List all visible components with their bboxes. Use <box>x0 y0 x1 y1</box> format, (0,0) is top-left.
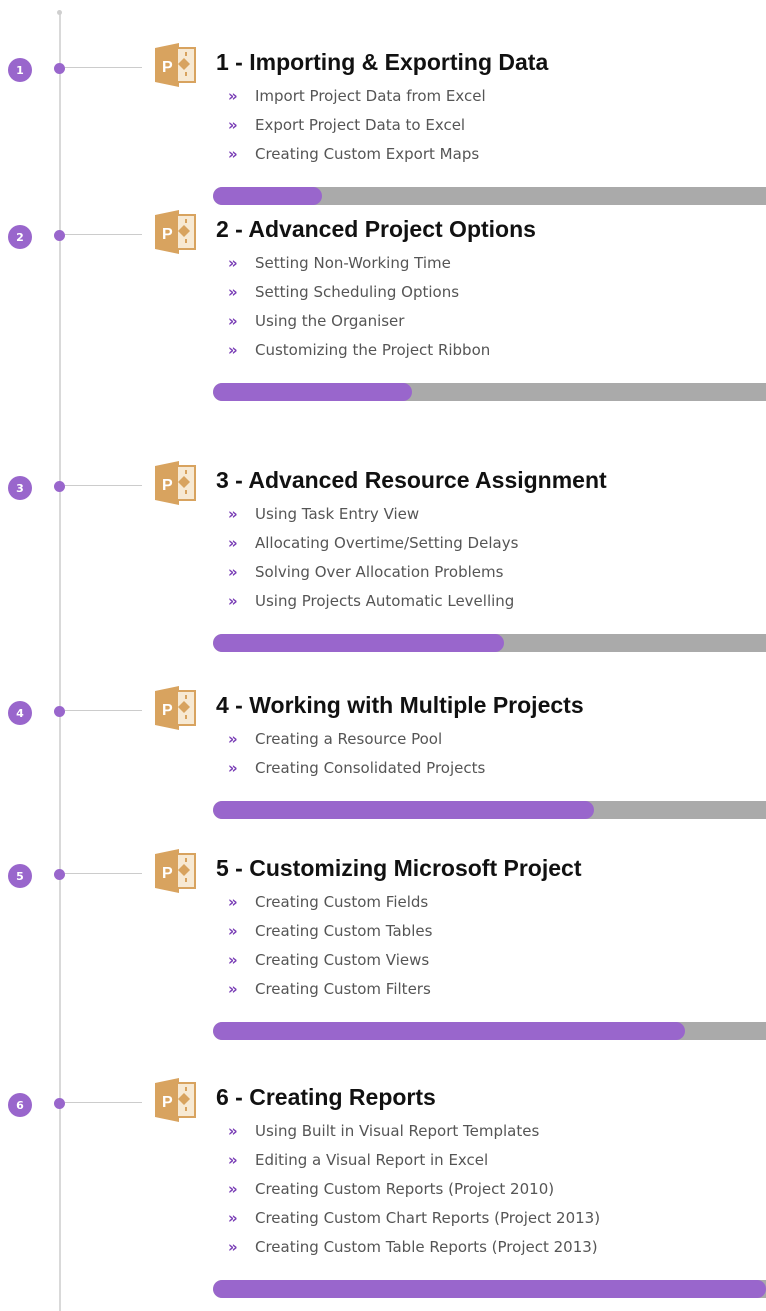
svg-text:P: P <box>162 477 173 494</box>
double-chevron-icon: » <box>228 1180 238 1198</box>
lesson-label: Using Task Entry View <box>255 505 420 523</box>
double-chevron-icon: » <box>228 87 238 105</box>
lesson-label: Export Project Data to Excel <box>255 116 466 134</box>
module-number-badge: 5 <box>8 864 32 888</box>
microsoft-project-icon: P <box>153 848 197 894</box>
microsoft-project-icon: P <box>153 685 197 731</box>
svg-text:P: P <box>162 702 173 719</box>
double-chevron-icon: » <box>228 980 238 998</box>
microsoft-project-icon: P <box>153 209 197 255</box>
timeline-node-dot <box>54 869 65 880</box>
timeline-connector <box>65 710 142 711</box>
lesson-label: Creating Custom Reports (Project 2010) <box>255 1180 555 1198</box>
module-number-badge: 1 <box>8 58 32 82</box>
double-chevron-icon: » <box>228 1122 238 1140</box>
module-progress-bar <box>213 1022 766 1040</box>
double-chevron-icon: » <box>228 951 238 969</box>
lesson-label: Creating Custom Fields <box>255 893 429 911</box>
lesson-label: Import Project Data from Excel <box>255 87 486 105</box>
timeline-node-dot <box>54 706 65 717</box>
microsoft-project-icon: P <box>153 1077 197 1123</box>
module-progress-fill <box>213 1022 685 1040</box>
timeline-node-dot <box>54 63 65 74</box>
double-chevron-icon: » <box>228 592 238 610</box>
lesson-label: Setting Scheduling Options <box>255 283 460 301</box>
module-number-badge: 2 <box>8 225 32 249</box>
module-progress-bar <box>213 383 766 401</box>
microsoft-project-icon: P <box>153 460 197 506</box>
double-chevron-icon: » <box>228 534 238 552</box>
svg-text:P: P <box>162 1094 173 1111</box>
module-title[interactable]: 5 - Customizing Microsoft Project <box>216 853 581 883</box>
module-progress-bar <box>213 801 766 819</box>
module-number-badge: 4 <box>8 701 32 725</box>
double-chevron-icon: » <box>228 312 238 330</box>
double-chevron-icon: » <box>228 563 238 581</box>
timeline-node-dot <box>54 1098 65 1109</box>
lesson-label: Creating Custom Export Maps <box>255 145 480 163</box>
module-progress-bar <box>213 187 766 205</box>
double-chevron-icon: » <box>228 1238 238 1256</box>
lesson-label: Using Projects Automatic Levelling <box>255 592 515 610</box>
lesson-label: Creating Custom Tables <box>255 922 433 940</box>
svg-text:P: P <box>162 59 173 76</box>
module-title[interactable]: 1 - Importing & Exporting Data <box>216 47 548 77</box>
module-number-badge: 3 <box>8 476 32 500</box>
lesson-label: Editing a Visual Report in Excel <box>255 1151 489 1169</box>
timeline-node-dot <box>54 481 65 492</box>
lesson-label: Allocating Overtime/Setting Delays <box>255 534 519 552</box>
module-title[interactable]: 2 - Advanced Project Options <box>216 214 536 244</box>
lesson-label: Solving Over Allocation Problems <box>255 563 504 581</box>
lesson-label: Setting Non-Working Time <box>255 254 451 272</box>
timeline-connector <box>65 873 142 874</box>
timeline-connector <box>65 234 142 235</box>
svg-text:P: P <box>162 226 173 243</box>
module-title[interactable]: 4 - Working with Multiple Projects <box>216 690 584 720</box>
module-title[interactable]: 6 - Creating Reports <box>216 1082 436 1112</box>
double-chevron-icon: » <box>228 145 238 163</box>
timeline-node-dot <box>54 230 65 241</box>
double-chevron-icon: » <box>228 759 238 777</box>
lesson-label: Creating a Resource Pool <box>255 730 443 748</box>
module-progress-fill <box>213 801 594 819</box>
double-chevron-icon: » <box>228 922 238 940</box>
lesson-label: Creating Custom Chart Reports (Project 2… <box>255 1209 601 1227</box>
lesson-label: Using Built in Visual Report Templates <box>255 1122 540 1140</box>
lesson-label: Using the Organiser <box>255 312 405 330</box>
lesson-label: Creating Custom Table Reports (Project 2… <box>255 1238 598 1256</box>
double-chevron-icon: » <box>228 341 238 359</box>
lesson-label: Creating Custom Filters <box>255 980 431 998</box>
svg-text:P: P <box>162 865 173 882</box>
module-progress-fill <box>213 634 504 652</box>
timeline-connector <box>65 67 142 68</box>
double-chevron-icon: » <box>228 283 238 301</box>
module-progress-bar <box>213 634 766 652</box>
double-chevron-icon: » <box>228 1151 238 1169</box>
microsoft-project-icon: P <box>153 42 197 88</box>
module-title[interactable]: 3 - Advanced Resource Assignment <box>216 465 607 495</box>
double-chevron-icon: » <box>228 254 238 272</box>
timeline-connector <box>65 485 142 486</box>
module-progress-fill <box>213 187 322 205</box>
lesson-label: Customizing the Project Ribbon <box>255 341 491 359</box>
timeline-line <box>59 12 61 1311</box>
double-chevron-icon: » <box>228 116 238 134</box>
double-chevron-icon: » <box>228 1209 238 1227</box>
timeline-connector <box>65 1102 142 1103</box>
double-chevron-icon: » <box>228 505 238 523</box>
module-progress-bar <box>213 1280 766 1298</box>
double-chevron-icon: » <box>228 730 238 748</box>
module-number-badge: 6 <box>8 1093 32 1117</box>
module-progress-fill <box>213 1280 766 1298</box>
timeline-start-dot <box>57 10 62 15</box>
module-progress-fill <box>213 383 412 401</box>
lesson-label: Creating Consolidated Projects <box>255 759 486 777</box>
lesson-label: Creating Custom Views <box>255 951 430 969</box>
double-chevron-icon: » <box>228 893 238 911</box>
